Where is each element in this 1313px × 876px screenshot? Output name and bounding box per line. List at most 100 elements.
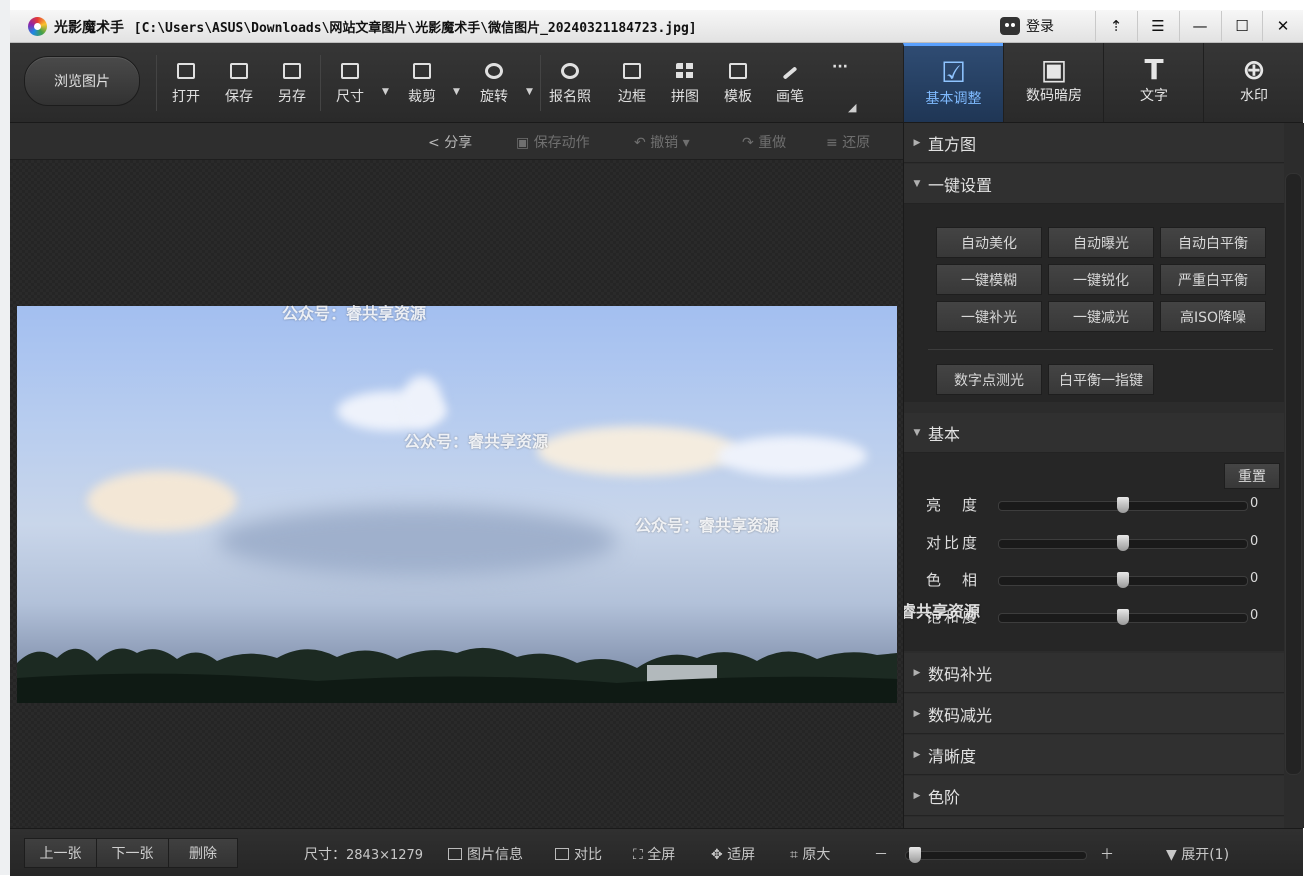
- delete-button[interactable]: 删除: [168, 838, 238, 868]
- section-clarity[interactable]: ▶ 清晰度: [904, 735, 1284, 775]
- expand-button[interactable]: ▼ 展开(1): [1166, 844, 1229, 864]
- sky-photo[interactable]: [17, 306, 897, 703]
- share-label: 分享: [444, 135, 473, 151]
- adjust-panel: ▶ 直方图 ▼ 一键设置 自动美化 自动曝光 自动白平衡 一键模糊 一键锐化 严重白…: [903, 123, 1304, 828]
- skin-button[interactable]: ⇡: [1095, 11, 1136, 41]
- section-basic[interactable]: ▼ 基本: [904, 413, 1284, 453]
- save-as-button[interactable]: 另存: [270, 63, 314, 106]
- login-button[interactable]: 登录: [1000, 15, 1054, 37]
- save-button[interactable]: 保存: [217, 63, 261, 106]
- zoom-in-button[interactable]: ＋: [1100, 844, 1114, 864]
- section-histogram[interactable]: ▶ 直方图: [904, 123, 1284, 163]
- fit-screen-label: 适屏: [727, 847, 756, 863]
- resize-dropdown-arrow[interactable]: ▼: [382, 87, 389, 97]
- tab-watermark[interactable]: ⊕ 水印: [1203, 43, 1304, 122]
- border-button[interactable]: 边框: [610, 63, 654, 106]
- maximize-button[interactable]: ☐: [1221, 11, 1262, 41]
- contrast-value: 0: [1250, 534, 1259, 549]
- undo-label: 撤销: [650, 135, 679, 151]
- edit-square-icon: ☑: [940, 56, 967, 89]
- saturation-slider[interactable]: [998, 609, 1248, 625]
- section-fill-light[interactable]: ▶ 数码补光: [904, 653, 1284, 693]
- tab-darkroom[interactable]: ▣ 数码暗房: [1003, 43, 1104, 122]
- zoom-slider-thumb[interactable]: [909, 847, 921, 863]
- main-toolbar: 浏览图片 打开 保存 另存 尺寸 ▼ 裁剪 ▼ 旋转 ▼ 报名照 边框 拼图 模…: [10, 43, 1303, 123]
- collage-button[interactable]: 拼图: [663, 63, 707, 106]
- id-photo-button[interactable]: 报名照: [548, 63, 592, 106]
- one-click-sharpen-button[interactable]: 一键锐化: [1048, 264, 1154, 295]
- save-action-button[interactable]: ▣ 保存动作: [516, 132, 590, 152]
- contrast-thumb[interactable]: [1117, 535, 1129, 551]
- browse-images-button[interactable]: 浏览图片: [24, 56, 140, 106]
- severe-white-balance-button[interactable]: 严重白平衡: [1160, 264, 1266, 295]
- previous-image-button[interactable]: 上一张: [24, 838, 97, 868]
- tab-text[interactable]: T 文字: [1103, 43, 1204, 122]
- hue-slider[interactable]: [998, 572, 1248, 588]
- auto-beautify-button[interactable]: 自动美化: [936, 227, 1042, 258]
- treeline-silhouette: [17, 647, 897, 703]
- crop-dropdown-arrow[interactable]: ▼: [453, 87, 460, 97]
- digital-spot-metering-button[interactable]: 数字点测光: [936, 364, 1042, 395]
- undo-button[interactable]: ↶ 撤销 ▾: [634, 132, 690, 152]
- hue-label: 色 相: [926, 571, 981, 589]
- saturation-thumb[interactable]: [1117, 609, 1129, 625]
- more-icon: [831, 63, 849, 79]
- contrast-slider[interactable]: [998, 535, 1248, 551]
- crop-button[interactable]: 裁剪: [400, 63, 444, 106]
- brush-button[interactable]: 画笔: [768, 63, 812, 106]
- white-balance-picker-button[interactable]: 白平衡一指键: [1048, 364, 1154, 395]
- image-info-button[interactable]: 图片信息: [448, 844, 523, 864]
- open-button[interactable]: 打开: [164, 63, 208, 106]
- more-tools-button[interactable]: [818, 63, 862, 86]
- resize-button[interactable]: 尺寸: [328, 63, 372, 106]
- high-iso-denoise-button[interactable]: 高ISO降噪: [1160, 301, 1266, 332]
- reset-button[interactable]: 重置: [1224, 463, 1280, 489]
- redo-icon: ↷: [742, 135, 759, 151]
- watermark-add-icon: ⊕: [1242, 53, 1266, 86]
- auto-exposure-button[interactable]: 自动曝光: [1048, 227, 1154, 258]
- original-size-button[interactable]: ⌗ 原大: [790, 844, 830, 864]
- section-reduce-light[interactable]: ▶ 数码减光: [904, 694, 1284, 734]
- section-one-click[interactable]: ▼ 一键设置: [904, 164, 1284, 204]
- one-click-fill-light-button[interactable]: 一键补光: [936, 301, 1042, 332]
- brush-icon: [782, 66, 798, 80]
- auto-white-balance-button[interactable]: 自动白平衡: [1160, 227, 1266, 258]
- toolbar-expand-icon[interactable]: ◢: [848, 101, 856, 114]
- zoom-out-button[interactable]: －: [874, 844, 888, 864]
- redo-button[interactable]: ↷ 重做: [742, 132, 786, 152]
- picture-icon: [448, 848, 462, 860]
- panel-scrollbar[interactable]: [1285, 173, 1302, 775]
- close-button[interactable]: ✕: [1262, 11, 1303, 41]
- collapsed-arrow-icon: ▶: [913, 749, 921, 760]
- expand-label: 展开(1): [1181, 847, 1230, 863]
- share-button[interactable]: < 分享: [428, 132, 472, 152]
- one-click-reduce-light-button[interactable]: 一键减光: [1048, 301, 1154, 332]
- watermark-text: 公众号：睿共享资源: [635, 516, 780, 535]
- collage-icon: [676, 63, 694, 79]
- section-levels[interactable]: ▶ 色阶: [904, 776, 1284, 816]
- section-curves[interactable]: ▶曲线: [904, 817, 1284, 828]
- watermark-text: 公众号：睿共享资源: [903, 602, 981, 621]
- next-image-button[interactable]: 下一张: [96, 838, 169, 868]
- brightness-slider[interactable]: [998, 497, 1248, 513]
- user-face-icon: [1000, 17, 1020, 35]
- rotate-dropdown-arrow[interactable]: ▼: [526, 87, 533, 97]
- hue-thumb[interactable]: [1117, 572, 1129, 588]
- image-canvas[interactable]: 公众号：睿共享资源 公众号：睿共享资源 公众号：睿共享资源: [10, 160, 903, 828]
- brightness-thumb[interactable]: [1117, 497, 1129, 513]
- one-click-blur-button[interactable]: 一键模糊: [936, 264, 1042, 295]
- menu-button[interactable]: ☰: [1137, 11, 1178, 41]
- zoom-slider[interactable]: [905, 847, 1087, 863]
- fit-screen-button[interactable]: ✥ 适屏: [711, 844, 755, 864]
- crop-label: 裁剪: [408, 89, 436, 105]
- open-image-icon: [177, 63, 195, 79]
- minimize-button[interactable]: —: [1179, 11, 1220, 41]
- template-button[interactable]: 模板: [716, 63, 760, 106]
- tab-basic-adjust[interactable]: ☑ 基本调整: [903, 43, 1003, 122]
- fullscreen-button[interactable]: ⛶ 全屏: [633, 844, 675, 864]
- rotate-button[interactable]: 旋转: [472, 63, 516, 106]
- window-title: 光影魔术手 [C:\Users\ASUS\Downloads\网站文章图片\光影…: [54, 17, 697, 37]
- open-label: 打开: [172, 89, 200, 105]
- restore-button[interactable]: ≡ 还原: [826, 132, 870, 152]
- compare-button[interactable]: 对比: [555, 844, 602, 864]
